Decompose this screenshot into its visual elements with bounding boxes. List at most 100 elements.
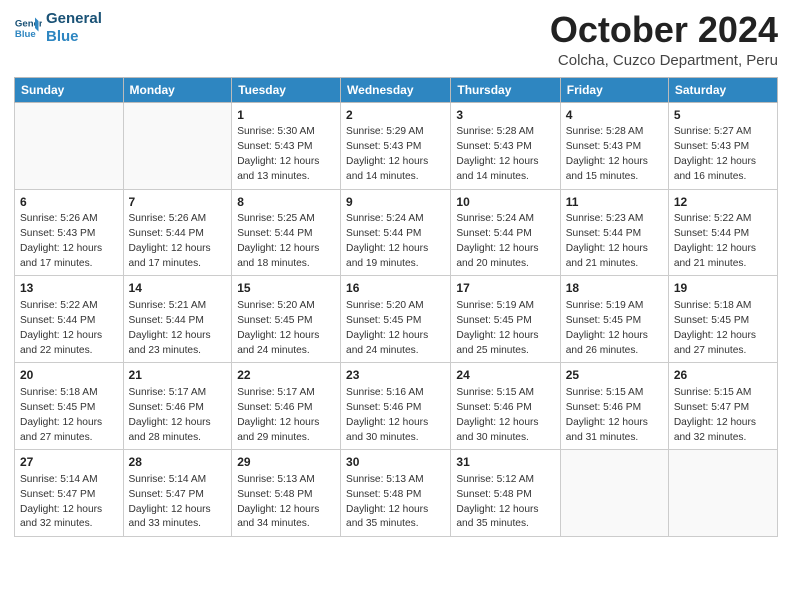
calendar-cell: 3Sunrise: 5:28 AM Sunset: 5:43 PM Daylig…: [451, 102, 560, 189]
day-number: 10: [456, 194, 554, 211]
day-number: 15: [237, 280, 335, 297]
day-info: Sunrise: 5:17 AM Sunset: 5:46 PM Dayligh…: [237, 386, 335, 445]
calendar-cell: [15, 102, 124, 189]
calendar-cell: 19Sunrise: 5:18 AM Sunset: 5:45 PM Dayli…: [668, 276, 777, 363]
day-info: Sunrise: 5:19 AM Sunset: 5:45 PM Dayligh…: [456, 299, 554, 358]
calendar-cell: 24 Sunrise: 5:15 AM Sunset: 5:46 PM Dayli…: [451, 363, 560, 450]
day-number: 16: [346, 280, 445, 297]
calendar-week-row: 27 Sunrise: 5:14 AM Sunset: 5:47 PM Dayli…: [15, 450, 778, 537]
day-number: 24: [456, 367, 554, 384]
calendar-cell: 8Sunrise: 5:25 AM Sunset: 5:44 PM Daylig…: [232, 189, 341, 276]
day-info: Sunrise: 5:17 AM Sunset: 5:46 PM Dayligh…: [129, 386, 227, 445]
generalblue-logo-icon: General Blue: [14, 14, 42, 42]
day-info: Sunrise: 5:12 AM Sunset: 5:48 PM Dayligh…: [456, 473, 554, 532]
day-number: 19: [674, 280, 772, 297]
day-number: 23: [346, 367, 445, 384]
calendar-cell: 1Sunrise: 5:30 AM Sunset: 5:43 PM Daylig…: [232, 102, 341, 189]
calendar-cell: [668, 450, 777, 537]
month-title: October 2024: [550, 10, 778, 50]
calendar-cell: 26 Sunrise: 5:15 AM Sunset: 5:47 PM Dayli…: [668, 363, 777, 450]
calendar-cell: 7Sunrise: 5:26 AM Sunset: 5:44 PM Daylig…: [123, 189, 232, 276]
day-number: 1: [237, 107, 335, 124]
calendar-cell: 14Sunrise: 5:21 AM Sunset: 5:44 PM Dayli…: [123, 276, 232, 363]
weekday-header-thursday: Thursday: [451, 77, 560, 102]
day-info: Sunrise: 5:15 AM Sunset: 5:47 PM Dayligh…: [674, 386, 772, 445]
day-info: Sunrise: 5:20 AM Sunset: 5:45 PM Dayligh…: [346, 299, 445, 358]
day-number: 27: [20, 454, 118, 471]
day-info: Sunrise: 5:29 AM Sunset: 5:43 PM Dayligh…: [346, 125, 445, 184]
calendar-body: 1Sunrise: 5:30 AM Sunset: 5:43 PM Daylig…: [15, 102, 778, 537]
calendar-cell: [560, 450, 668, 537]
day-info: Sunrise: 5:15 AM Sunset: 5:46 PM Dayligh…: [566, 386, 663, 445]
calendar-cell: 4Sunrise: 5:28 AM Sunset: 5:43 PM Daylig…: [560, 102, 668, 189]
day-info: Sunrise: 5:22 AM Sunset: 5:44 PM Dayligh…: [20, 299, 118, 358]
calendar-week-row: 6Sunrise: 5:26 AM Sunset: 5:43 PM Daylig…: [15, 189, 778, 276]
day-info: Sunrise: 5:27 AM Sunset: 5:43 PM Dayligh…: [674, 125, 772, 184]
calendar-cell: 5Sunrise: 5:27 AM Sunset: 5:43 PM Daylig…: [668, 102, 777, 189]
day-info: Sunrise: 5:25 AM Sunset: 5:44 PM Dayligh…: [237, 212, 335, 271]
calendar-cell: 11Sunrise: 5:23 AM Sunset: 5:44 PM Dayli…: [560, 189, 668, 276]
day-info: Sunrise: 5:26 AM Sunset: 5:43 PM Dayligh…: [20, 212, 118, 271]
day-number: 12: [674, 194, 772, 211]
calendar-cell: 30 Sunrise: 5:13 AM Sunset: 5:48 PM Dayli…: [341, 450, 451, 537]
header: General Blue General Blue October 2024 C…: [14, 10, 778, 69]
day-number: 17: [456, 280, 554, 297]
logo-general: General: [46, 10, 102, 28]
day-number: 7: [129, 194, 227, 211]
calendar-cell: 21Sunrise: 5:17 AM Sunset: 5:46 PM Dayli…: [123, 363, 232, 450]
calendar-cell: 22 Sunrise: 5:17 AM Sunset: 5:46 PM Dayli…: [232, 363, 341, 450]
day-number: 6: [20, 194, 118, 211]
logo-area: General Blue General Blue: [14, 10, 102, 46]
day-info: Sunrise: 5:30 AM Sunset: 5:43 PM Dayligh…: [237, 125, 335, 184]
location-title: Colcha, Cuzco Department, Peru: [550, 52, 778, 69]
logo-blue: Blue: [46, 28, 102, 46]
weekday-header-saturday: Saturday: [668, 77, 777, 102]
day-info: Sunrise: 5:14 AM Sunset: 5:47 PM Dayligh…: [129, 473, 227, 532]
day-number: 4: [566, 107, 663, 124]
day-number: 5: [674, 107, 772, 124]
day-info: Sunrise: 5:18 AM Sunset: 5:45 PM Dayligh…: [20, 386, 118, 445]
calendar-cell: 9Sunrise: 5:24 AM Sunset: 5:44 PM Daylig…: [341, 189, 451, 276]
calendar-cell: 13Sunrise: 5:22 AM Sunset: 5:44 PM Dayli…: [15, 276, 124, 363]
calendar-cell: 2Sunrise: 5:29 AM Sunset: 5:43 PM Daylig…: [341, 102, 451, 189]
calendar-cell: 6Sunrise: 5:26 AM Sunset: 5:43 PM Daylig…: [15, 189, 124, 276]
calendar-cell: 10Sunrise: 5:24 AM Sunset: 5:44 PM Dayli…: [451, 189, 560, 276]
day-info: Sunrise: 5:13 AM Sunset: 5:48 PM Dayligh…: [346, 473, 445, 532]
day-number: 8: [237, 194, 335, 211]
calendar-cell: 18Sunrise: 5:19 AM Sunset: 5:45 PM Dayli…: [560, 276, 668, 363]
weekday-header-wednesday: Wednesday: [341, 77, 451, 102]
weekday-header-row: SundayMondayTuesdayWednesdayThursdayFrid…: [15, 77, 778, 102]
page: General Blue General Blue October 2024 C…: [0, 0, 792, 612]
day-info: Sunrise: 5:19 AM Sunset: 5:45 PM Dayligh…: [566, 299, 663, 358]
calendar-cell: 20Sunrise: 5:18 AM Sunset: 5:45 PM Dayli…: [15, 363, 124, 450]
day-info: Sunrise: 5:15 AM Sunset: 5:46 PM Dayligh…: [456, 386, 554, 445]
day-number: 11: [566, 194, 663, 211]
calendar-header: SundayMondayTuesdayWednesdayThursdayFrid…: [15, 77, 778, 102]
day-number: 28: [129, 454, 227, 471]
day-info: Sunrise: 5:21 AM Sunset: 5:44 PM Dayligh…: [129, 299, 227, 358]
weekday-header-sunday: Sunday: [15, 77, 124, 102]
day-number: 22: [237, 367, 335, 384]
day-info: Sunrise: 5:13 AM Sunset: 5:48 PM Dayligh…: [237, 473, 335, 532]
calendar-cell: 25 Sunrise: 5:15 AM Sunset: 5:46 PM Dayli…: [560, 363, 668, 450]
day-info: Sunrise: 5:22 AM Sunset: 5:44 PM Dayligh…: [674, 212, 772, 271]
day-info: Sunrise: 5:24 AM Sunset: 5:44 PM Dayligh…: [456, 212, 554, 271]
calendar-week-row: 20Sunrise: 5:18 AM Sunset: 5:45 PM Dayli…: [15, 363, 778, 450]
day-info: Sunrise: 5:28 AM Sunset: 5:43 PM Dayligh…: [456, 125, 554, 184]
calendar-cell: 31Sunrise: 5:12 AM Sunset: 5:48 PM Dayli…: [451, 450, 560, 537]
calendar-cell: 12Sunrise: 5:22 AM Sunset: 5:44 PM Dayli…: [668, 189, 777, 276]
day-number: 29: [237, 454, 335, 471]
day-number: 26: [674, 367, 772, 384]
calendar-cell: 17 Sunrise: 5:19 AM Sunset: 5:45 PM Dayli…: [451, 276, 560, 363]
day-info: Sunrise: 5:20 AM Sunset: 5:45 PM Dayligh…: [237, 299, 335, 358]
day-number: 25: [566, 367, 663, 384]
day-number: 30: [346, 454, 445, 471]
calendar-cell: 27 Sunrise: 5:14 AM Sunset: 5:47 PM Dayli…: [15, 450, 124, 537]
calendar-table: SundayMondayTuesdayWednesdayThursdayFrid…: [14, 77, 778, 538]
day-info: Sunrise: 5:14 AM Sunset: 5:47 PM Dayligh…: [20, 473, 118, 532]
calendar-cell: 28 Sunrise: 5:14 AM Sunset: 5:47 PM Dayli…: [123, 450, 232, 537]
day-number: 9: [346, 194, 445, 211]
weekday-header-monday: Monday: [123, 77, 232, 102]
day-number: 2: [346, 107, 445, 124]
calendar-week-row: 13Sunrise: 5:22 AM Sunset: 5:44 PM Dayli…: [15, 276, 778, 363]
